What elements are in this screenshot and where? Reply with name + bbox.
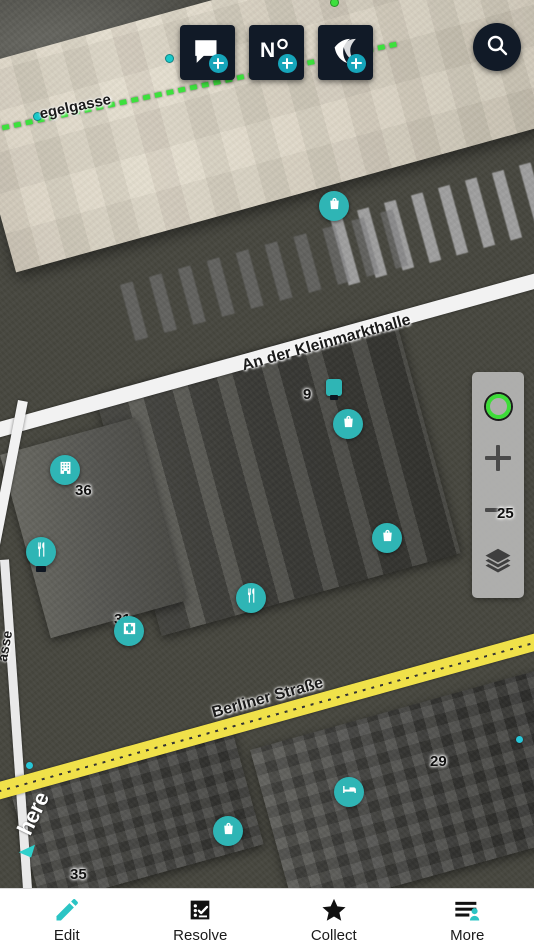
imagery-texture bbox=[0, 0, 534, 888]
bed-icon bbox=[341, 781, 358, 803]
poi-shop-bottom[interactable] bbox=[213, 816, 243, 846]
menu-person-icon bbox=[453, 896, 481, 924]
house-number-9: 9 bbox=[303, 386, 312, 403]
house-number-25: 25 bbox=[497, 505, 514, 522]
poi-restaurant-left[interactable] bbox=[26, 537, 56, 572]
checklist-icon bbox=[186, 896, 214, 924]
poi-pharmacy[interactable] bbox=[114, 616, 144, 646]
plus-badge-icon bbox=[208, 53, 228, 73]
restaurant-icon bbox=[243, 587, 260, 609]
zoom-in-button[interactable] bbox=[472, 432, 524, 484]
search-button[interactable] bbox=[473, 23, 521, 71]
layers-button[interactable] bbox=[472, 536, 524, 588]
medical-cross-icon bbox=[121, 620, 138, 642]
house-number-36: 36 bbox=[75, 482, 92, 499]
nav-item-more[interactable]: More bbox=[401, 889, 534, 950]
poi-shop-right[interactable] bbox=[372, 523, 402, 553]
poi-shop-kleinmarkt[interactable] bbox=[333, 409, 363, 439]
poi-building[interactable] bbox=[50, 455, 80, 485]
plus-badge-icon bbox=[346, 53, 366, 73]
poi-restaurant-center[interactable] bbox=[236, 583, 266, 613]
gps-ring-icon bbox=[485, 393, 511, 419]
map-controls bbox=[472, 372, 524, 598]
nav-label-resolve: Resolve bbox=[173, 926, 228, 944]
poi-hotel[interactable] bbox=[334, 777, 364, 807]
add-house-number-button[interactable]: N bbox=[249, 25, 304, 80]
shopping-bag-icon bbox=[340, 413, 357, 435]
nav-item-collect[interactable]: Collect bbox=[267, 889, 401, 950]
add-layer-button[interactable] bbox=[318, 25, 373, 80]
restaurant-icon bbox=[33, 541, 50, 563]
nav-item-resolve[interactable]: Resolve bbox=[134, 889, 268, 950]
nav-label-collect: Collect bbox=[310, 926, 357, 944]
nav-label-more: More bbox=[450, 926, 485, 944]
gps-locate-button[interactable] bbox=[472, 380, 524, 432]
map-node-left[interactable] bbox=[26, 762, 33, 769]
layers-stack-icon bbox=[483, 545, 513, 580]
search-icon bbox=[485, 33, 509, 62]
nav-item-edit[interactable]: Edit bbox=[0, 889, 134, 950]
shopping-bag-icon bbox=[220, 820, 237, 842]
map-toolbar: N bbox=[180, 25, 373, 80]
add-comment-button[interactable] bbox=[180, 25, 235, 80]
map-node-right[interactable] bbox=[516, 736, 523, 743]
building-icon bbox=[57, 459, 74, 481]
svg-text:N: N bbox=[260, 39, 275, 62]
star-icon bbox=[320, 896, 348, 924]
road-node-2[interactable] bbox=[165, 54, 174, 63]
bottom-navigation: Edit Resolve Collect More bbox=[0, 888, 534, 950]
pencil-icon bbox=[53, 896, 81, 924]
shopping-bag-icon bbox=[326, 195, 343, 217]
poi-marker-small[interactable] bbox=[326, 379, 342, 400]
layers-plus-icon bbox=[329, 36, 366, 73]
house-number-35: 35 bbox=[70, 866, 87, 883]
map-editor-screen: An der Kleinmarkthalle Berliner Straße e… bbox=[0, 0, 534, 950]
speech-bubble-plus-icon bbox=[191, 36, 228, 73]
poi-shop-top[interactable] bbox=[319, 191, 349, 221]
number-sign-plus-icon: N bbox=[260, 36, 297, 73]
plus-badge-icon bbox=[277, 53, 297, 73]
shopping-bag-icon bbox=[379, 527, 396, 549]
house-number-29: 29 bbox=[430, 753, 447, 770]
nav-label-edit: Edit bbox=[53, 926, 80, 944]
map-canvas[interactable]: An der Kleinmarkthalle Berliner Straße e… bbox=[0, 0, 534, 888]
